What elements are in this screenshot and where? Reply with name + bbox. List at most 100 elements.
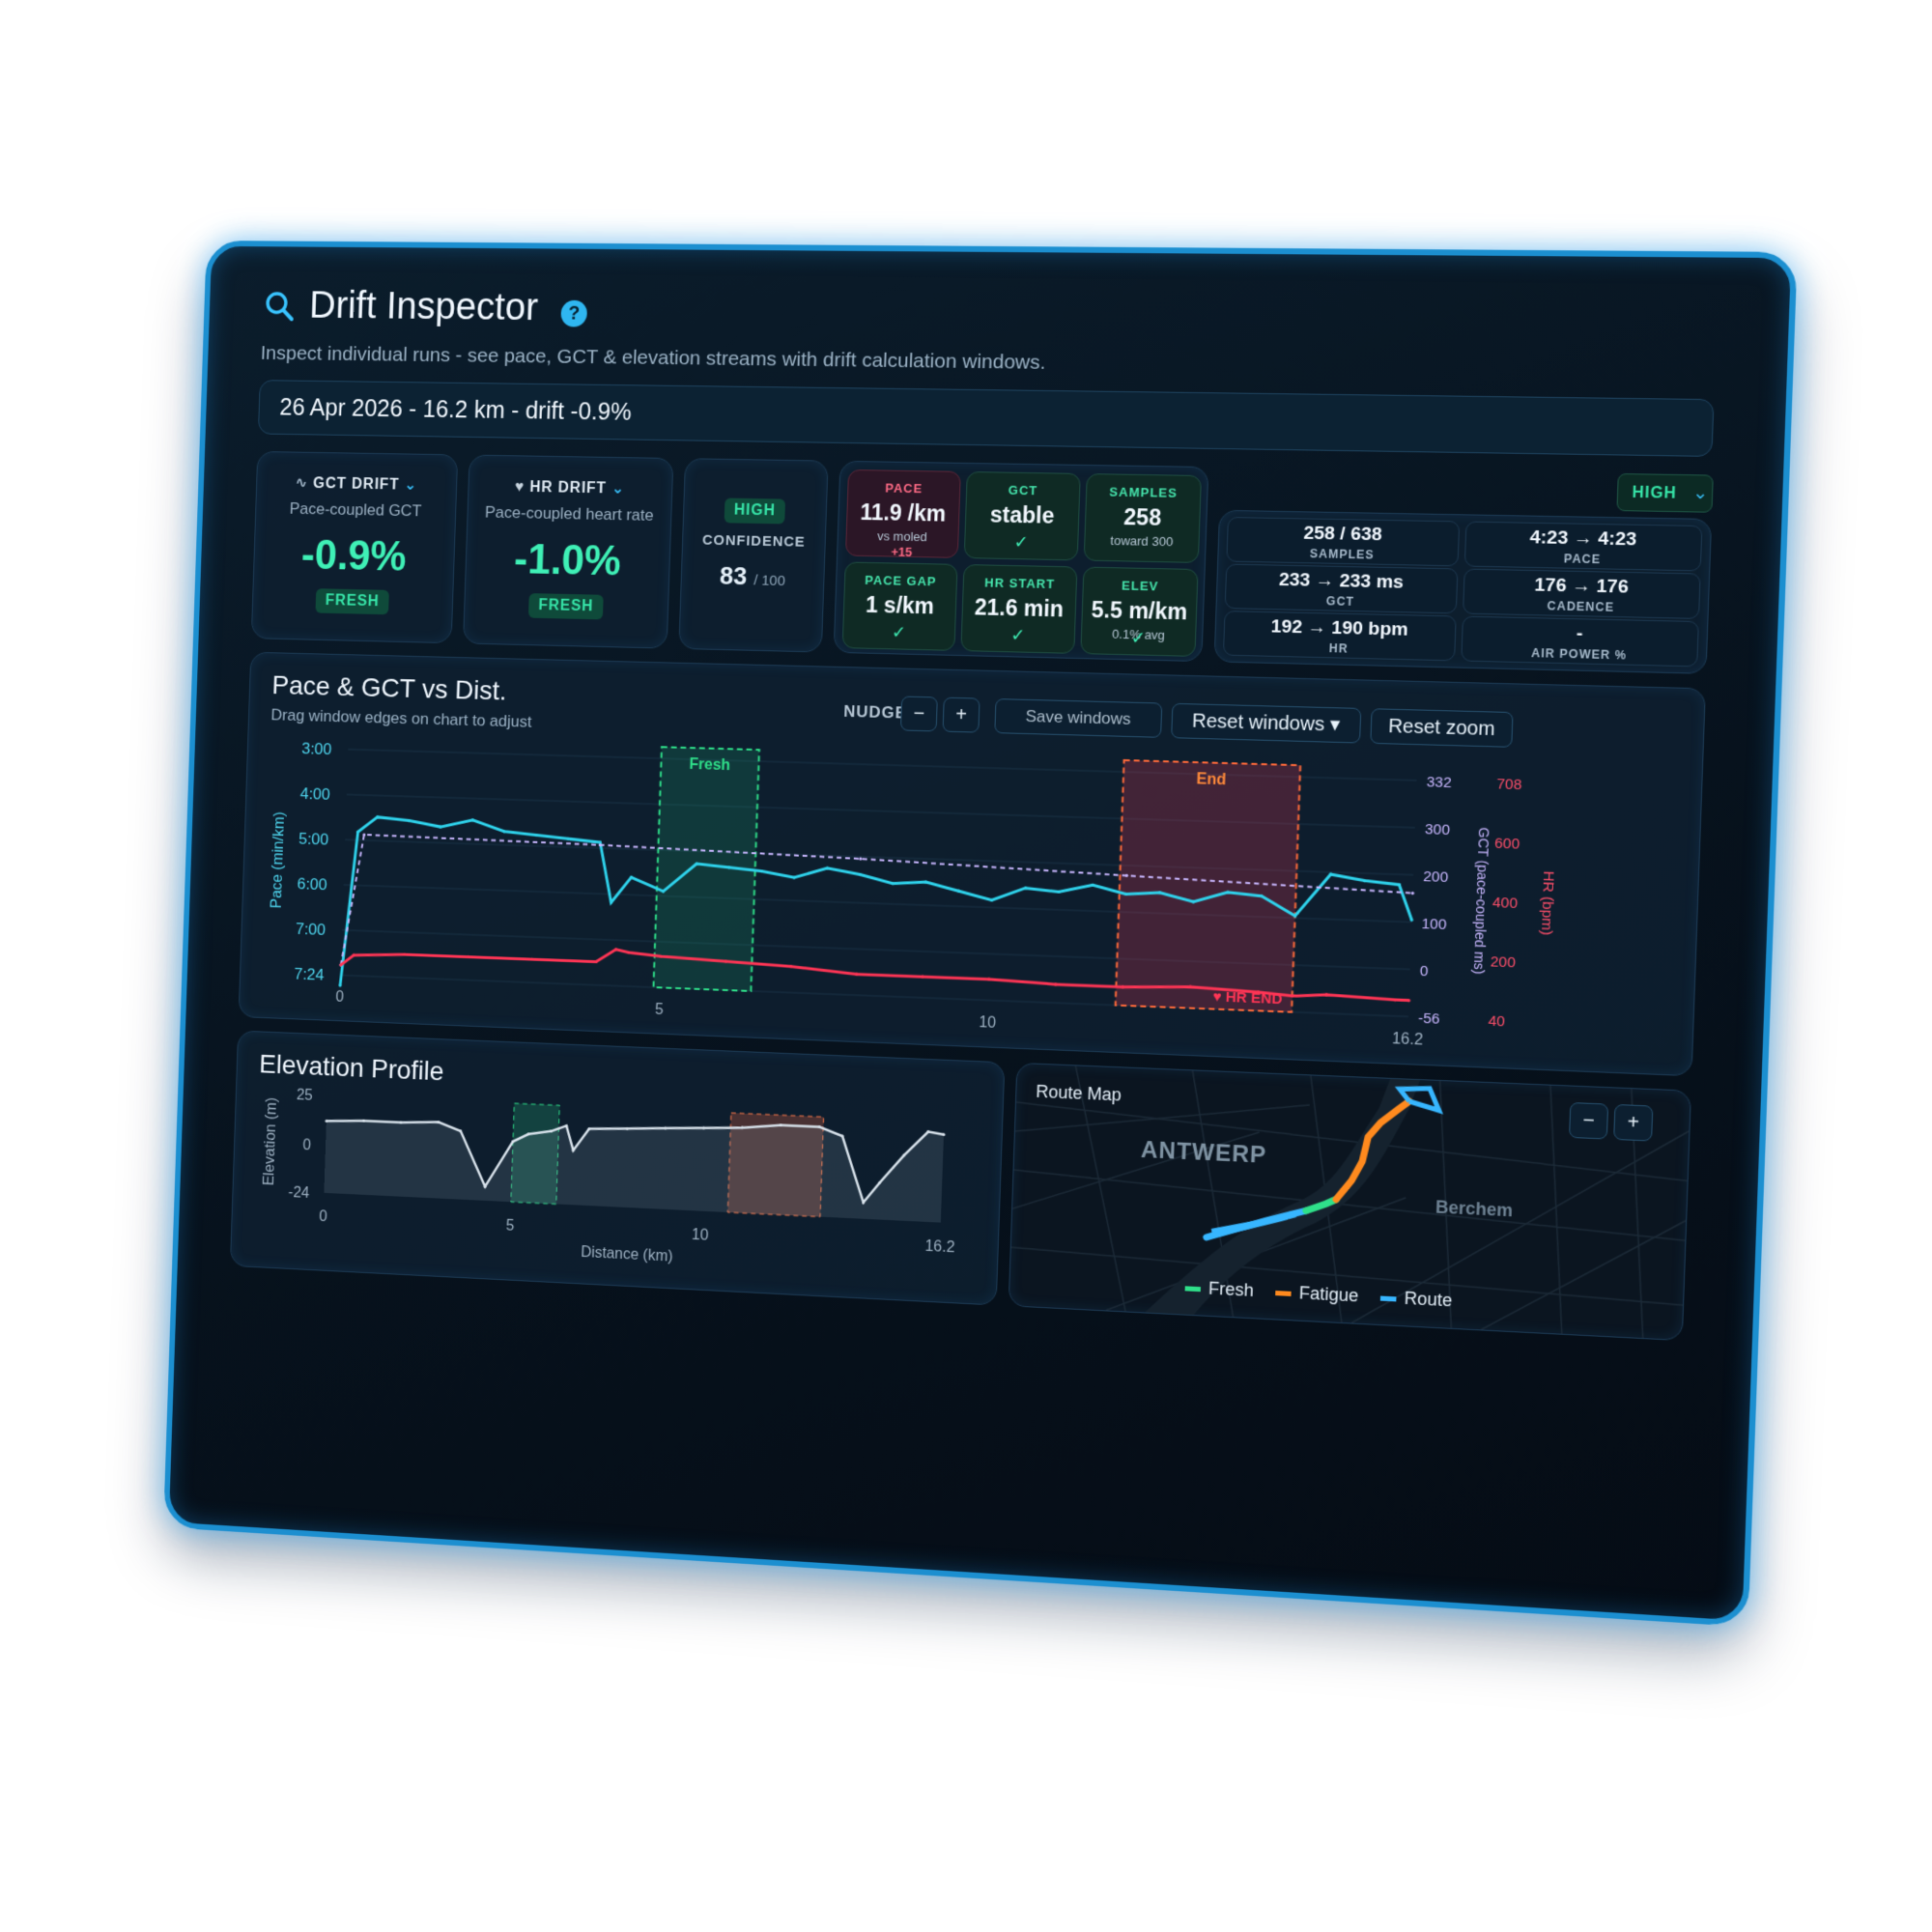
legend-label: Route bbox=[1404, 1288, 1453, 1311]
x-tick: 10 bbox=[979, 1014, 997, 1032]
elev-x-tick: 16.2 bbox=[924, 1238, 955, 1257]
confidence-max: / 100 bbox=[753, 572, 786, 590]
hr-drift-badge: FRESH bbox=[528, 593, 604, 620]
city-label: ANTWERP bbox=[1140, 1136, 1267, 1169]
confidence-badge: HIGH bbox=[724, 497, 786, 525]
stat-3: 176 → 176 CADENCE bbox=[1463, 568, 1701, 619]
chevron-down-icon: ⌄ bbox=[1691, 482, 1709, 503]
route-map-panel[interactable]: Route Map ANTWERP Berchem − + Fresh Fatig… bbox=[1008, 1062, 1692, 1342]
save-windows-button[interactable]: Save windows bbox=[994, 698, 1163, 738]
elev-tile: ELEV 5.5 m/km 0.1% avg ✓ bbox=[1080, 566, 1199, 657]
reset-windows-button[interactable]: Reset windows ▾ bbox=[1171, 702, 1362, 744]
check-icon: ✓ bbox=[1130, 628, 1147, 648]
check-icon bbox=[1085, 554, 1198, 556]
legend-swatch bbox=[1184, 1286, 1201, 1292]
nudge-minus-button[interactable]: − bbox=[899, 696, 938, 732]
tile-value: 11.9 /km bbox=[860, 499, 947, 526]
elevation-chart[interactable]: 25 0 -24 0 5 10 16.2 Distance (km) Elevation (m) bbox=[231, 1078, 1003, 1305]
check-icon: ✓ bbox=[1009, 625, 1026, 645]
stat-label: CADENCE bbox=[1547, 599, 1615, 614]
map-zoom-in-button[interactable]: + bbox=[1613, 1103, 1654, 1142]
hr-axis-label: HR (bpm) bbox=[1538, 870, 1556, 935]
elev-x-tick: 10 bbox=[692, 1227, 709, 1244]
stat-value: 4:23 → 4:23 bbox=[1529, 526, 1637, 551]
stat-label: SAMPLES bbox=[1309, 547, 1375, 562]
pace-gct-chart[interactable]: 3:004:005:006:007:007:243323002001000-56… bbox=[240, 727, 1702, 1067]
elev-x-axis-label: Distance (km) bbox=[581, 1244, 673, 1265]
tile-value: 258 bbox=[1122, 503, 1162, 530]
x-tick: 0 bbox=[335, 989, 344, 1006]
elevation-panel: Elevation Profile 25 0 -24 0 5 10 16.2 Distance… bbox=[229, 1030, 1006, 1306]
tile-value: stable bbox=[989, 501, 1055, 528]
pace-tile: PACE 11.9 /km vs moled +15 bbox=[844, 469, 961, 559]
stat-label: HR bbox=[1328, 640, 1349, 656]
gct-tile: GCT stable ✓ bbox=[963, 470, 1081, 561]
tile-note: vs moled bbox=[876, 528, 927, 545]
gct-tick: 0 bbox=[1420, 963, 1429, 980]
pulse-icon: ∿ bbox=[295, 474, 314, 492]
page-subtitle: Inspect individual runs - see pace, GCT … bbox=[260, 342, 1046, 374]
stat-5: - AIR POWER % bbox=[1461, 615, 1699, 668]
check-icon: ✓ bbox=[1013, 531, 1030, 553]
legend-item: Route bbox=[1379, 1287, 1453, 1311]
legend-item: Fatigue bbox=[1275, 1282, 1359, 1306]
hr-tick: 200 bbox=[1490, 954, 1516, 972]
gct-axis-label: GCT (pace-coupled ms) bbox=[1471, 827, 1492, 975]
gct-drift-value: -0.9% bbox=[300, 531, 408, 581]
hr-tick: 708 bbox=[1496, 777, 1522, 793]
samples-tile: SAMPLES 258 toward 300 bbox=[1083, 473, 1203, 563]
elev-y-tick: 0 bbox=[302, 1137, 311, 1153]
hr-drift-card[interactable]: ♥ HR DRIFT ⌄ Pace-coupled heart rate -1.… bbox=[463, 454, 674, 649]
pace-tick: 3:00 bbox=[301, 739, 332, 758]
pace-chart-title: Pace & GCT vs Dist. bbox=[271, 669, 507, 706]
tile-label: PACE GAP bbox=[865, 572, 937, 589]
window-1[interactable] bbox=[1116, 760, 1300, 1012]
gct-series-point bbox=[1410, 891, 1415, 895]
pace-tick: 6:00 bbox=[297, 874, 327, 894]
run-selector-label: 26 Apr 2026 - 16.2 km - drift -0.9% bbox=[278, 394, 633, 426]
confidence-value: 83 / 100 bbox=[681, 560, 824, 593]
stat-label: PACE bbox=[1563, 552, 1602, 567]
stat-label: AIR POWER % bbox=[1530, 645, 1628, 663]
chevron-down-icon[interactable]: ⌄ bbox=[399, 477, 417, 494]
legend-label: Fatigue bbox=[1298, 1283, 1359, 1306]
tile-label: PACE bbox=[885, 480, 923, 497]
summary-stats: 258 / 638 SAMPLES 4:23 → 4:23 PACE 233 → 233… bbox=[1213, 509, 1713, 674]
gct-tick: 100 bbox=[1421, 917, 1446, 934]
elev-x-tick: 5 bbox=[505, 1217, 514, 1234]
gct-drift-title: GCT DRIFT bbox=[312, 475, 400, 494]
hr-tick: 40 bbox=[1488, 1013, 1505, 1030]
quality-tiles: PACE 11.9 /km vs moled +15 GCT stable ✓ SAMPLES… bbox=[833, 460, 1209, 663]
legend-label: Fresh bbox=[1208, 1278, 1255, 1301]
stat-value: 176 → 176 bbox=[1534, 575, 1630, 598]
confidence-card: HIGH CONFIDENCE 83 / 100 bbox=[678, 458, 829, 653]
stat-0: 258 / 638 SAMPLES bbox=[1226, 516, 1461, 567]
pace-tick: 7:00 bbox=[296, 920, 327, 939]
gct-drift-card[interactable]: ∿ GCT DRIFT ⌄ Pace-coupled GCT -0.9% FRE… bbox=[250, 450, 459, 644]
reset-zoom-button[interactable]: Reset zoom bbox=[1370, 708, 1514, 748]
chevron-down-icon[interactable]: ⌄ bbox=[607, 481, 626, 497]
tile-label: HR START bbox=[984, 575, 1056, 592]
gct-drift-badge: FRESH bbox=[315, 588, 389, 615]
stat-label: GCT bbox=[1325, 594, 1355, 609]
run-selector[interactable]: 26 Apr 2026 - 16.2 km - drift -0.9% bbox=[257, 380, 1715, 457]
elev-y-tick: -24 bbox=[288, 1184, 310, 1202]
quality-filter-dropdown[interactable]: HIGH ⌄ bbox=[1616, 472, 1714, 513]
hr-tick: 600 bbox=[1494, 836, 1520, 853]
confidence-label: CONFIDENCE bbox=[701, 531, 806, 551]
app-window: Drift Inspector ? Inspect individual run… bbox=[163, 240, 1798, 1628]
help-icon[interactable]: ? bbox=[560, 299, 588, 327]
route-map-title: Route Map bbox=[1036, 1081, 1122, 1105]
search-icon[interactable] bbox=[262, 288, 298, 324]
tile-label: GCT bbox=[1008, 482, 1038, 498]
hr-start-tile: HR START 21.6 min ✓ bbox=[960, 564, 1078, 654]
nudge-plus-button[interactable]: + bbox=[942, 696, 980, 733]
gct-drift-subtitle: Pace-coupled GCT bbox=[289, 499, 422, 521]
quality-filter-value: HIGH bbox=[1632, 484, 1678, 502]
pace-gap-tile: PACE GAP 1 s/km ✓ bbox=[841, 561, 958, 651]
elev-y-axis-label: Elevation (m) bbox=[261, 1097, 279, 1186]
tile-note: toward 300 bbox=[1110, 532, 1174, 550]
gct-series-point bbox=[859, 857, 863, 861]
map-zoom-out-button[interactable]: − bbox=[1569, 1101, 1609, 1140]
heart-icon: ♥ bbox=[514, 478, 530, 496]
